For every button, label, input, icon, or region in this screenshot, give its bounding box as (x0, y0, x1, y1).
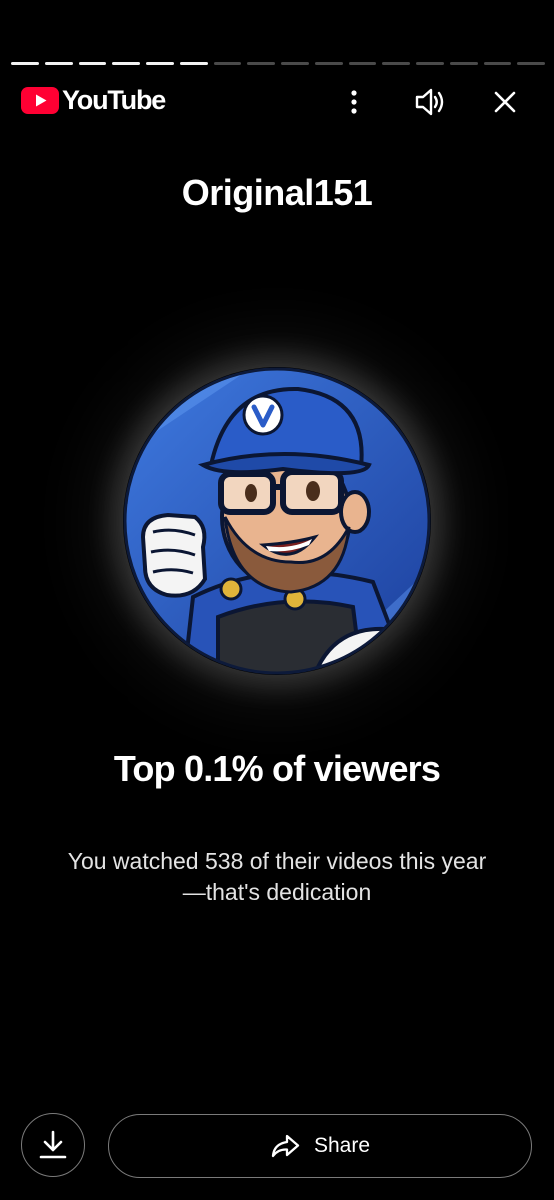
progress-segment (517, 62, 545, 65)
progress-segment (382, 62, 410, 65)
more-options-button[interactable] (336, 84, 372, 120)
volume-button[interactable] (412, 84, 448, 120)
more-vertical-icon (351, 90, 357, 114)
progress-segment (44, 62, 73, 65)
share-label: Share (313, 1134, 371, 1157)
progress-segment (348, 62, 377, 65)
progress-segment (78, 62, 107, 65)
download-icon (39, 1130, 67, 1159)
progress-segment (449, 62, 478, 65)
volume-icon (415, 88, 444, 116)
progress-segment (314, 62, 343, 65)
story-progress-bar (11, 62, 545, 65)
progress-segment (11, 62, 39, 65)
progress-segment (213, 62, 242, 65)
progress-segment (281, 62, 309, 65)
close-button[interactable] (487, 84, 523, 120)
channel-name: Original151 (181, 172, 373, 213)
progress-segment (247, 62, 275, 65)
stat-detail: You watched 538 of their videos this yea… (67, 848, 487, 905)
stat-headline: Top 0.1% of viewers (113, 748, 441, 789)
share-arrow-icon (271, 1134, 300, 1158)
progress-segment (179, 62, 208, 65)
avatar-illustration (123, 367, 431, 675)
channel-avatar (123, 367, 431, 675)
progress-segment (483, 62, 512, 65)
download-button[interactable] (21, 1113, 85, 1177)
close-icon (494, 91, 516, 113)
youtube-play-icon (21, 87, 59, 114)
share-button[interactable]: Share (108, 1114, 532, 1178)
progress-segment (416, 62, 444, 65)
youtube-logo: YouTube (21, 85, 166, 115)
brand-name: YouTube (62, 85, 166, 115)
progress-segment (146, 62, 174, 65)
progress-segment (112, 62, 140, 65)
